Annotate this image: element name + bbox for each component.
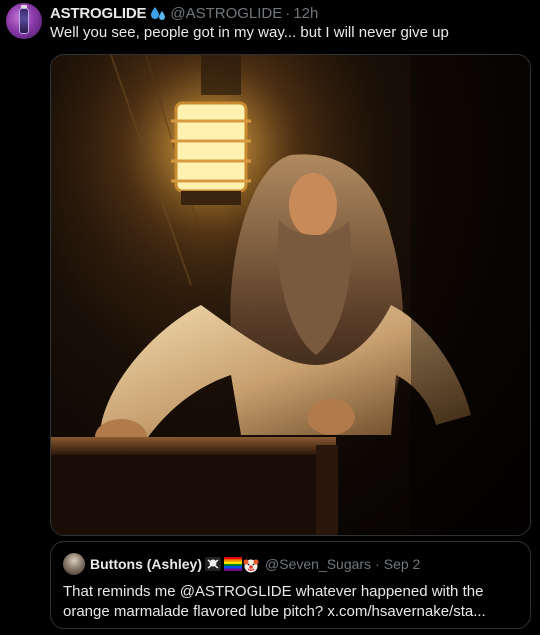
author-avatar[interactable] xyxy=(6,3,42,39)
quoted-post-text: That reminds me @ASTROGLIDE whatever hap… xyxy=(63,583,486,620)
quoted-post-timestamp[interactable]: Sep 2 xyxy=(384,556,421,572)
post-media-photo[interactable] xyxy=(50,54,531,536)
post-text: Well you see, people got in my way... bu… xyxy=(50,24,449,41)
quoted-post-header: Buttons (Ashley) @Seven_Sugars · Sep 2 xyxy=(90,554,420,574)
author-handle[interactable]: @ASTROGLIDE xyxy=(170,5,282,22)
author-display-name[interactable]: ASTROGLIDE xyxy=(50,5,147,22)
rainbow-flag-icon xyxy=(224,557,242,571)
bottle-shape xyxy=(19,8,29,34)
water-drops-icon xyxy=(150,5,167,22)
quoted-author-handle[interactable]: @Seven_Sugars xyxy=(265,556,371,572)
quoted-author-display-name[interactable]: Buttons (Ashley) xyxy=(90,556,202,572)
post-timestamp[interactable]: 12h xyxy=(293,5,318,22)
quoted-author-avatar[interactable] xyxy=(63,553,85,575)
skull-crossbones-icon xyxy=(205,557,221,571)
post-header: ASTROGLIDE @ASTROGLIDE · 12h xyxy=(50,3,318,23)
separator-dot: · xyxy=(285,4,291,22)
quoted-post-card[interactable]: Buttons (Ashley) @Seven_Sugars · Sep 2 T… xyxy=(50,541,531,629)
clown-face-icon xyxy=(243,557,259,573)
bearded-man-lantern-photo xyxy=(51,55,530,535)
quoted-separator-dot: · xyxy=(375,556,380,572)
